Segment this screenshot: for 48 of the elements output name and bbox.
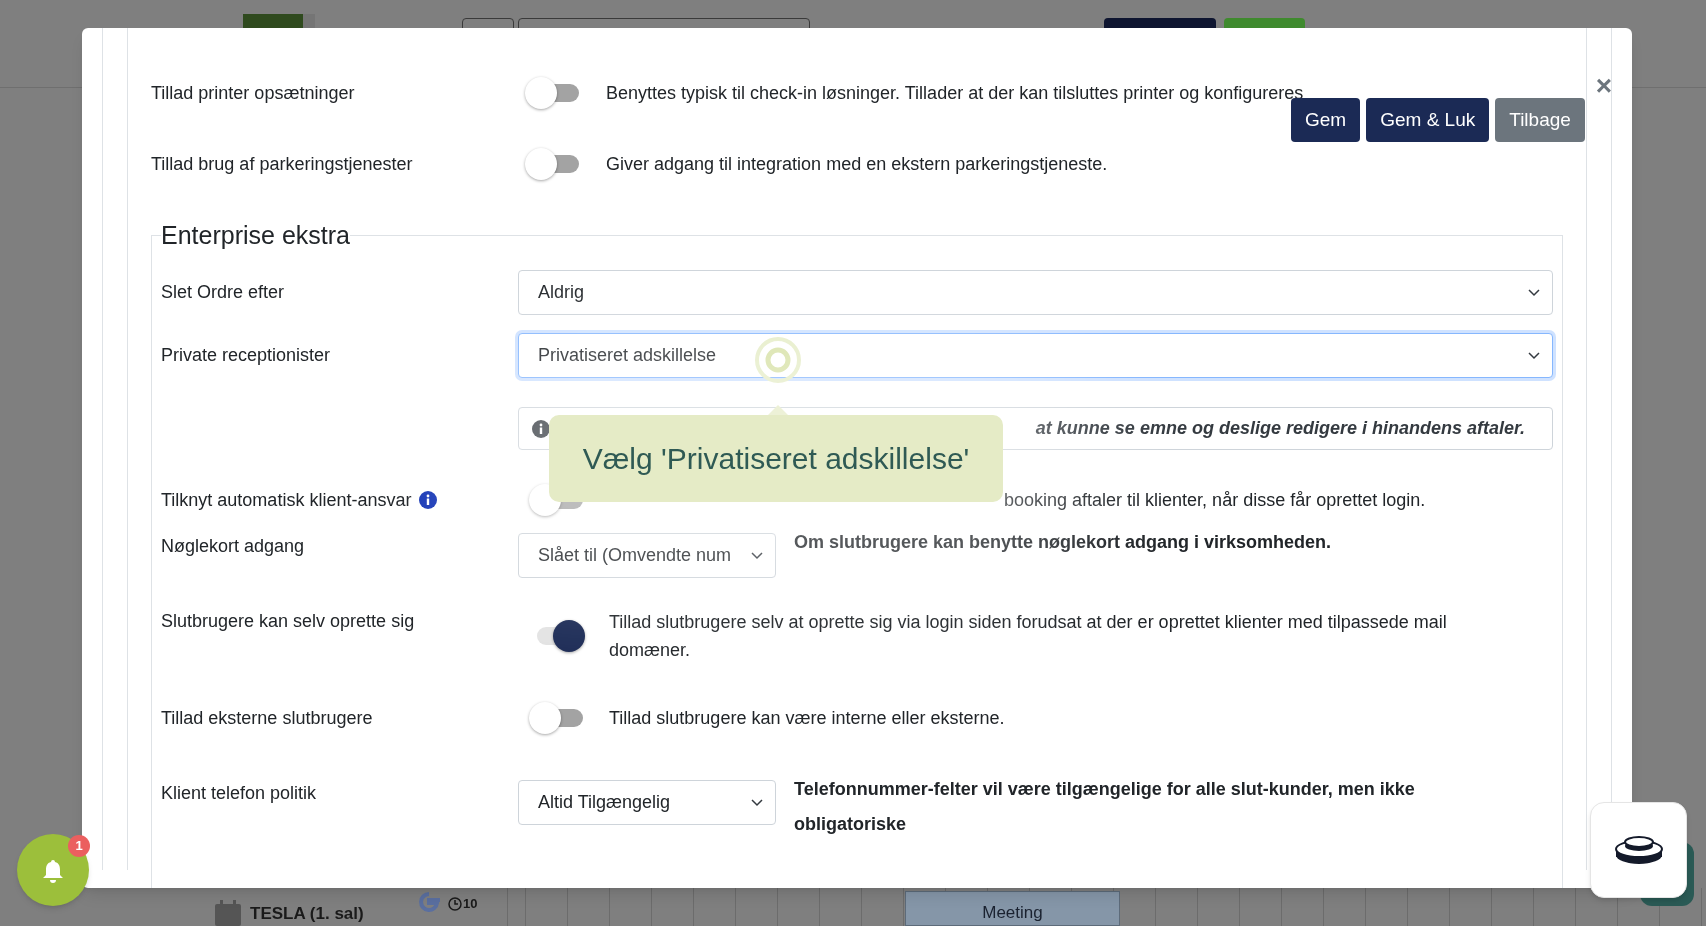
action-button[interactable]: Tilbage <box>1495 98 1585 142</box>
push-button-icon <box>1614 835 1663 865</box>
chevron-icon <box>1528 351 1540 360</box>
select-field[interactable]: Slået til (Omvendte num <box>518 533 776 578</box>
close-button[interactable]: × <box>1594 72 1614 100</box>
setting-description: booking aftaler til klienter, når disse får oprettet login. <box>1004 489 1426 512</box>
room-name: TESLA (1. sal) <box>250 904 364 924</box>
select-field[interactable]: Aldrig <box>518 270 1553 315</box>
event-block[interactable]: Meeting <box>905 891 1120 926</box>
section-title: Enterprise ekstra <box>161 220 350 250</box>
setting-label: Tillad printer opsætninger <box>151 81 356 105</box>
toggle-switch[interactable] <box>525 77 581 109</box>
setting-label: Tillad eksterne slutbrugere <box>161 706 373 730</box>
info-text: at kunne se emne og deslige redigere i hinandens aftaler. <box>1035 417 1526 440</box>
info-icon <box>532 419 550 438</box>
notification-button[interactable] <box>17 834 89 906</box>
select-field[interactable]: Altid Tilgængelig <box>518 780 776 825</box>
widget-button[interactable] <box>1590 802 1687 898</box>
chevron-icon <box>751 551 763 560</box>
setting-description: Giver adgang til integration med en ekstern parkeringstjeneste. <box>606 152 1108 176</box>
action-button[interactable]: Gem <box>1291 98 1361 142</box>
chevron-icon <box>751 798 763 807</box>
chevron-icon <box>1528 288 1540 297</box>
duration-text: 10 <box>463 895 478 913</box>
tooltip: Vælg 'Privatiseret adskillelse' <box>549 415 1003 502</box>
bell-icon <box>41 857 65 883</box>
setting-description: Tillad slutbrugere selv at oprette sig via login siden forudsat at der er oprettet klienter med tilpassede mail domæner. <box>609 611 1448 662</box>
tooltip-arrow-icon <box>768 405 788 415</box>
google-icon <box>418 891 442 915</box>
select-field[interactable]: Privatiseret adskillelse <box>518 333 1553 378</box>
setting-label: Tillad brug af parkeringstjenester <box>151 152 414 176</box>
setting-label: Tilknyt automatisk klient-ansvar <box>161 488 412 512</box>
toggle-switch[interactable] <box>529 702 585 734</box>
calendar-icon <box>214 900 242 926</box>
setting-label: Slutbrugere kan selv oprette sig <box>161 610 415 633</box>
setting-note: Om slutbrugere kan benytte nøglekort adgang i virksomheden. <box>794 531 1333 554</box>
setting-label: Private receptionister <box>161 344 331 367</box>
action-button[interactable]: Gem & Luk <box>1366 98 1490 142</box>
clock-icon <box>448 896 462 911</box>
logo-icon <box>243 14 315 28</box>
setting-description: Tillad slutbrugere kan være interne eller eksterne. <box>609 707 1005 730</box>
setting-label: Nøglekort adgang <box>161 535 305 558</box>
toggle-switch[interactable] <box>525 148 581 180</box>
setting-label: Klient telefon politik <box>161 782 317 805</box>
notification-badge: 1 <box>68 835 90 857</box>
ripple-icon <box>754 336 802 384</box>
setting-note: Telefonnummer-felter vil være tilgængelige for alle slut-kunder, men ikke obligatoriske <box>794 778 1416 836</box>
setting-label: Slet Ordre efter <box>161 281 285 304</box>
